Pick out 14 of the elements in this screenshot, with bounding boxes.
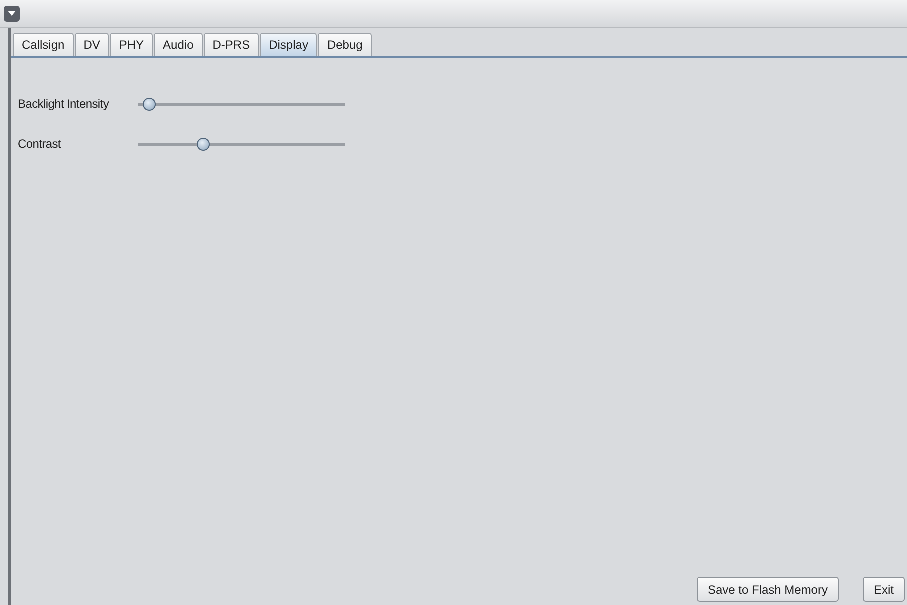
tab[interactable]: DV: [74, 33, 110, 56]
slider-thumb[interactable]: [197, 138, 210, 150]
tab[interactable]: PHY: [110, 33, 154, 56]
tab[interactable]: Display: [260, 33, 318, 56]
tab[interactable]: D-PRS: [204, 33, 260, 56]
slider-label: Backlight Intensity: [18, 97, 110, 111]
tab[interactable]: Audio: [154, 33, 203, 56]
menu-icon[interactable]: [4, 6, 20, 22]
tab[interactable]: Callsign: [13, 33, 74, 56]
exit-button[interactable]: Exit: [862, 577, 905, 602]
tab[interactable]: Debug: [318, 33, 372, 56]
slider-thumb[interactable]: [142, 98, 156, 110]
slider-label: Contrast: [18, 137, 62, 151]
save-button[interactable]: Save to Flash Memory: [696, 577, 839, 602]
